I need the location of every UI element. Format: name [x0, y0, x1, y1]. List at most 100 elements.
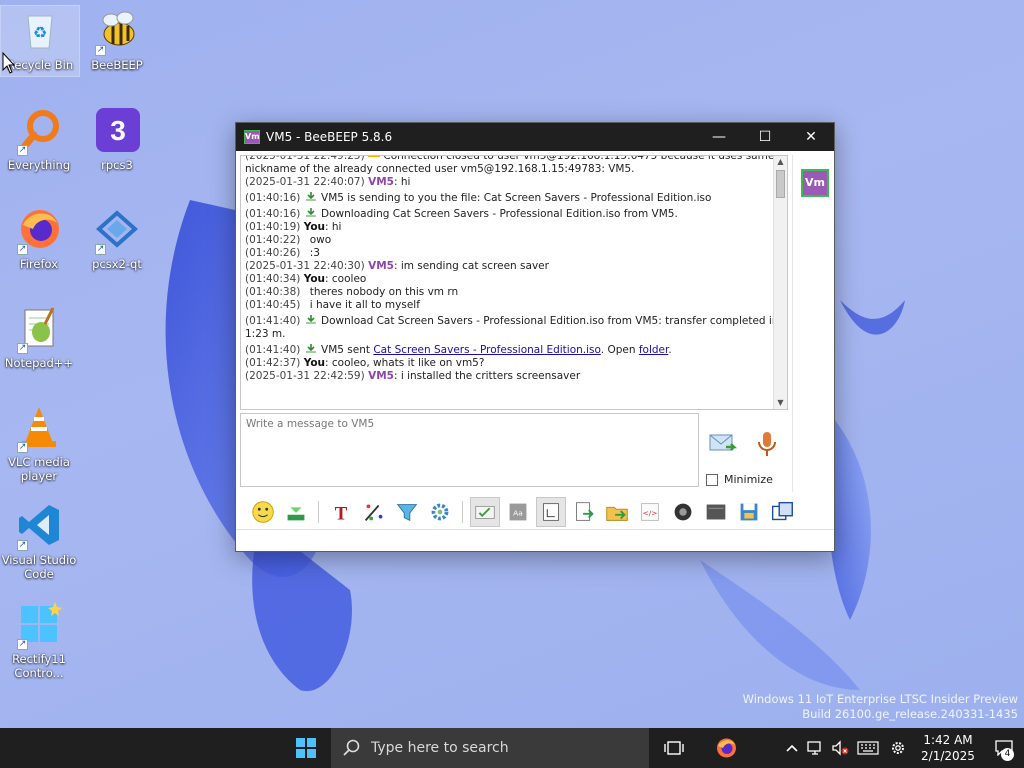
- toolbar-button-settings[interactable]: [425, 497, 455, 527]
- file-link[interactable]: Cat Screen Savers - Professional Edition…: [373, 344, 600, 356]
- toolbar-separator: [318, 501, 319, 523]
- desktop-icon-vlc[interactable]: ↗ VLC media player: [0, 403, 78, 483]
- show-hidden-icons-button[interactable]: [780, 728, 804, 768]
- toolbar-button-detach[interactable]: [767, 497, 797, 527]
- vlc-cone-icon: ↗: [15, 403, 63, 453]
- message-timestamp: (01:40:34): [245, 273, 301, 285]
- desktop-icon-label: Firefox: [19, 257, 59, 271]
- chat-messages: (2025-01-31 22:49:25) Connection closed …: [245, 155, 779, 383]
- message-timestamp: (2025-01-31 22:40:07): [245, 176, 365, 188]
- message-text: : im sending cat screen saver: [393, 260, 549, 272]
- message-text: nickname of the already connected user v…: [245, 163, 635, 175]
- message-input[interactable]: Write a message to VM5: [240, 413, 699, 487]
- message-sender: You: [303, 273, 326, 285]
- bee-icon: ↗: [93, 6, 141, 56]
- svg-text:Aa: Aa: [513, 509, 523, 518]
- send-message-button[interactable]: [708, 429, 738, 459]
- desktop-icon-firefox[interactable]: ↗ Firefox: [0, 205, 78, 271]
- desktop-icon-label: Rectify11 Contro...: [12, 652, 66, 680]
- toolbar-button-spellcheck[interactable]: [470, 497, 500, 527]
- taskbar: Type here to search 1:42 AM 2/1/2025 4: [0, 728, 1024, 768]
- message-timestamp: (01:40:45): [245, 299, 301, 311]
- magnifier-icon: ↗: [15, 106, 63, 156]
- desktop-icon-rectify11[interactable]: ↗ Rectify11 Contro...: [0, 600, 78, 680]
- send-folder-icon: [606, 506, 628, 521]
- clear-icon: [706, 504, 726, 520]
- scroll-down-arrow-icon[interactable]: ▼: [774, 397, 787, 409]
- clock[interactable]: 1:42 AM 2/1/2025: [912, 732, 984, 764]
- file-transfer-icon: [304, 314, 318, 325]
- download-icon: [287, 507, 305, 521]
- keyboard-button[interactable]: [852, 728, 884, 768]
- chat-message: 1:23 m.: [245, 328, 775, 341]
- title-bar[interactable]: Vm VM5 - BeeBEEP 5.8.6 — ☐ ✕: [236, 123, 834, 151]
- notification-count-badge: 4: [1001, 748, 1014, 761]
- send-envelope-icon: [709, 434, 738, 451]
- search-icon: [343, 739, 360, 756]
- taskbar-firefox-button[interactable]: [704, 728, 748, 768]
- message-text: Connection closed to user vm5@192.168.1.…: [380, 155, 775, 162]
- maximize-button[interactable]: ☐: [742, 123, 788, 151]
- desktop-icon-label: Visual Studio Code: [1, 553, 77, 581]
- toolbar-button-filter[interactable]: [392, 497, 422, 527]
- shortcut-arrow-icon: ↗: [17, 639, 28, 650]
- toolbar-button-color-picker[interactable]: [359, 497, 389, 527]
- toolbar-button-word-completer[interactable]: [536, 497, 566, 527]
- word-completer-icon: [543, 503, 559, 521]
- firefox-icon: [717, 738, 736, 758]
- chat-scrollbar[interactable]: ▲ ▼: [773, 156, 787, 409]
- minimize-checkbox[interactable]: Minimize: [706, 473, 773, 486]
- chat-message: (01:40:34) You: cooleo: [245, 273, 775, 286]
- close-button[interactable]: ✕: [788, 123, 834, 151]
- notepadpp-icon: ↗: [15, 304, 63, 354]
- task-view-button[interactable]: [654, 728, 694, 768]
- chat-history[interactable]: (2025-01-31 22:49:25) Connection closed …: [240, 155, 788, 410]
- minimize-button[interactable]: —: [696, 123, 742, 151]
- desktop-icon-vscode[interactable]: ↗ Visual Studio Code: [0, 501, 78, 581]
- desktop-icon-rpcs3[interactable]: 3 rpcs3: [78, 106, 156, 172]
- scroll-up-arrow-icon[interactable]: ▲: [774, 156, 787, 168]
- message-text: VM5 is sending to you the file: Cat Scre…: [317, 192, 712, 204]
- taskbar-search[interactable]: Type here to search: [331, 728, 649, 768]
- toolbar-button-save-chat[interactable]: [734, 497, 764, 527]
- start-button[interactable]: [286, 728, 326, 768]
- chat-message: (01:41:40) Download Cat Screen Savers - …: [245, 314, 779, 328]
- toolbar-button-note[interactable]: Aa: [503, 497, 533, 527]
- toolbar-button-download[interactable]: [281, 497, 311, 527]
- windows-logo-icon: [296, 738, 316, 758]
- chat-message: (01:40:16) Downloading Cat Screen Savers…: [245, 207, 775, 221]
- volume-button[interactable]: [828, 728, 852, 768]
- user-avatar-vm5[interactable]: Vm: [801, 169, 829, 197]
- settings-button[interactable]: [884, 728, 912, 768]
- beebeep-chat-window[interactable]: Vm VM5 - BeeBEEP 5.8.6 — ☐ ✕ (2025-01-31…: [235, 122, 835, 552]
- toolbar-button-html[interactable]: </>: [635, 497, 665, 527]
- message-timestamp: (01:40:16): [245, 192, 301, 204]
- scroll-thumb[interactable]: [776, 170, 785, 198]
- open-folder-link[interactable]: folder: [639, 344, 669, 356]
- chat-message: (01:40:22) owo: [245, 234, 775, 247]
- svg-text:</>: </>: [642, 509, 657, 518]
- recycle-bin-icon: ♻: [16, 6, 64, 54]
- toolbar-button-emoticon[interactable]: [248, 497, 278, 527]
- desktop-icon-beebeep[interactable]: ↗ BeeBEEP: [78, 6, 156, 72]
- toolbar-button-send-file[interactable]: [569, 497, 599, 527]
- checkbox-box[interactable]: [706, 473, 718, 486]
- desktop-icon-notepadpp[interactable]: ↗ Notepad++: [0, 304, 78, 370]
- desktop-icon-label: Notepad++: [4, 356, 74, 370]
- message-text: 1:23 m.: [245, 328, 286, 340]
- message-text: VM5 sent: [317, 344, 374, 356]
- notification-center-button[interactable]: 4: [984, 728, 1024, 768]
- toolbar-button-screenshot[interactable]: [668, 497, 698, 527]
- network-button[interactable]: [804, 728, 828, 768]
- clock-time: 1:42 AM: [923, 733, 973, 747]
- toolbar-button-clear[interactable]: [701, 497, 731, 527]
- font-icon: T: [335, 503, 348, 524]
- task-view-icon: [664, 741, 684, 755]
- shortcut-arrow-icon: ↗: [17, 540, 28, 551]
- voice-message-button[interactable]: [752, 429, 782, 459]
- desktop-icon-everything[interactable]: ↗ Everything: [0, 106, 78, 172]
- toolbar-button-send-folder[interactable]: [602, 497, 632, 527]
- desktop-icon-pcsx2[interactable]: ↗ pcsx2-qt: [78, 205, 156, 271]
- minimize-label: Minimize: [724, 473, 773, 486]
- toolbar-button-font[interactable]: T: [326, 497, 356, 527]
